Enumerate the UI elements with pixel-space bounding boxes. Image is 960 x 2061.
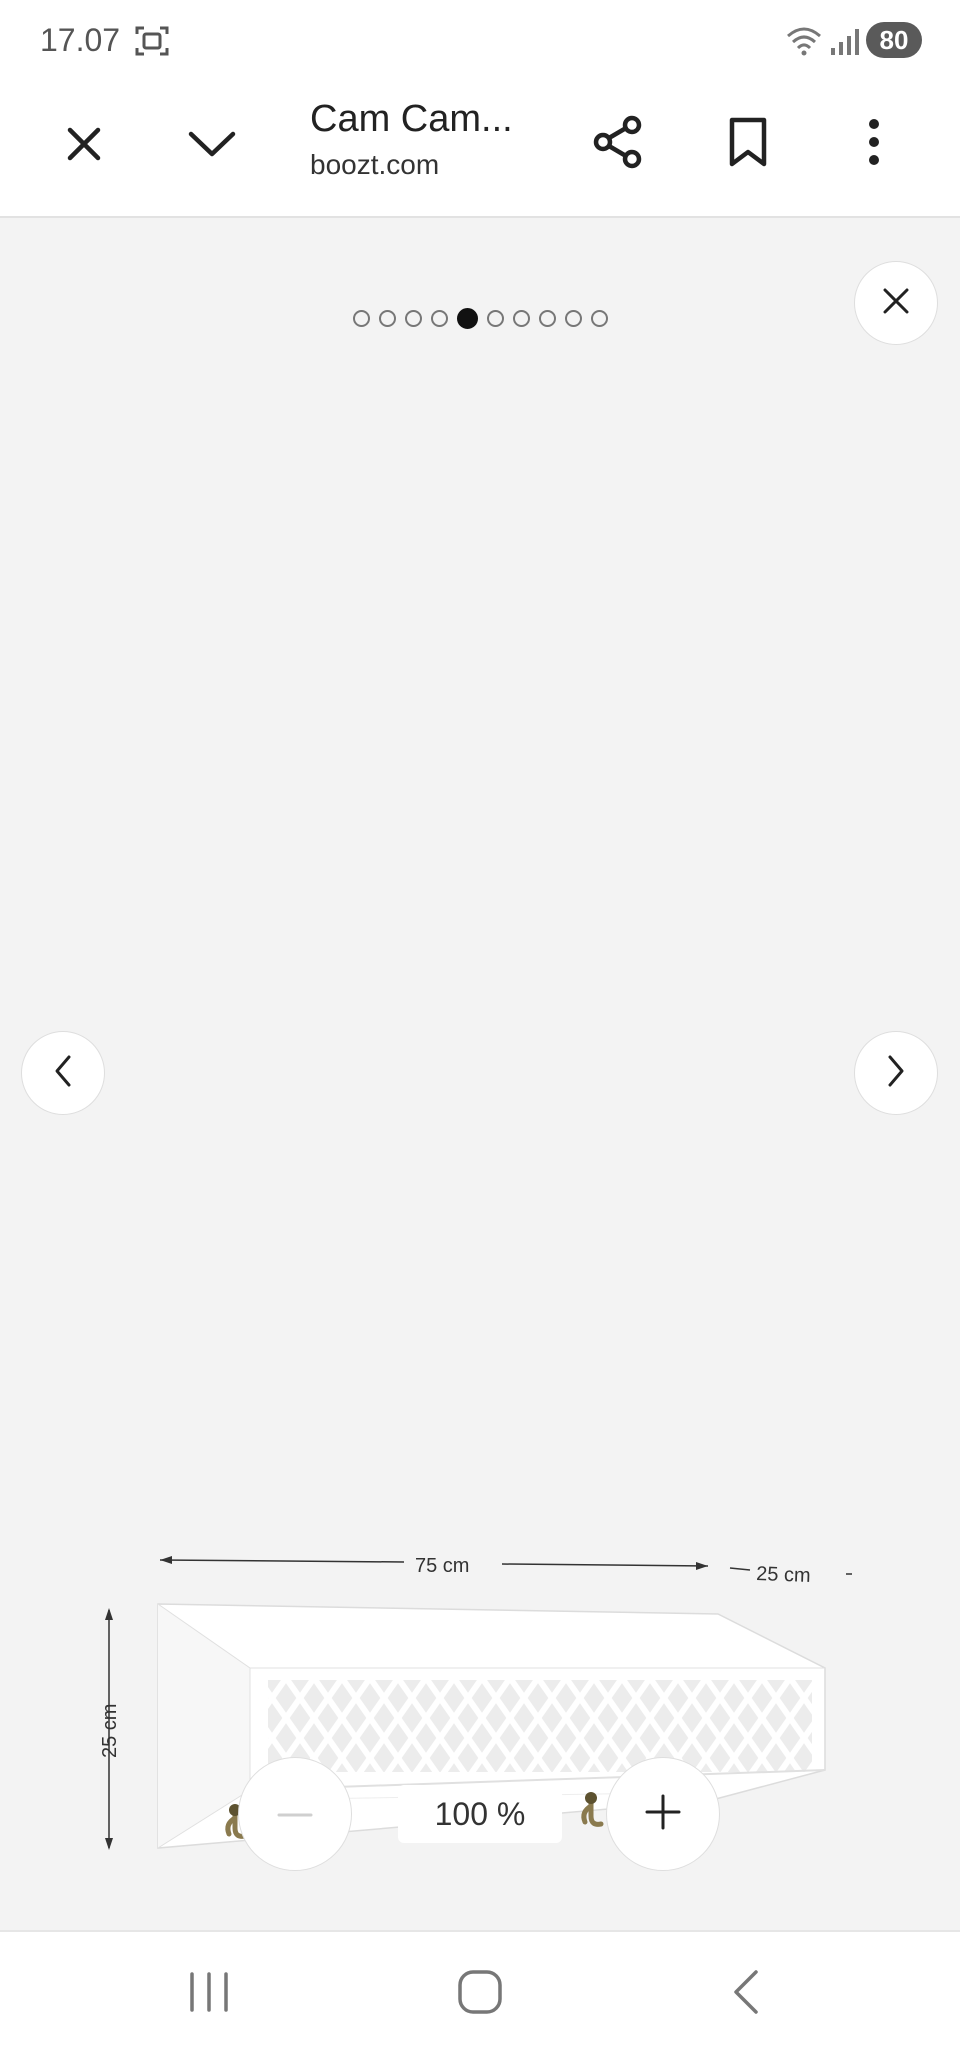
back-button[interactable] xyxy=(728,1968,762,2021)
more-icon xyxy=(868,118,880,171)
screenshot-icon xyxy=(134,24,170,63)
zoom-level: 100 % xyxy=(398,1785,562,1843)
close-tab-button[interactable] xyxy=(52,114,116,178)
more-options-button[interactable] xyxy=(842,112,906,176)
plus-icon xyxy=(645,1794,681,1835)
chevron-left-icon xyxy=(53,1054,73,1093)
system-nav-bar xyxy=(0,1930,960,2061)
previous-image-button[interactable] xyxy=(21,1031,105,1115)
chevron-down-icon xyxy=(187,129,237,164)
carousel-dot[interactable] xyxy=(430,310,448,327)
height-label: 25 cm xyxy=(99,1704,121,1758)
bookmark-button[interactable] xyxy=(716,112,780,176)
home-icon xyxy=(458,1970,502,2014)
status-time: 17.07 xyxy=(40,22,121,58)
carousel-dot[interactable] xyxy=(512,310,530,327)
wifi-icon xyxy=(786,26,824,61)
zoom-in-button[interactable] xyxy=(606,1757,720,1871)
zoom-out-button[interactable] xyxy=(238,1757,352,1871)
share-button[interactable] xyxy=(586,112,650,176)
carousel-dots xyxy=(0,308,960,329)
carousel-dot[interactable] xyxy=(538,310,556,327)
signal-icon xyxy=(830,28,860,61)
width-label: 75 cm xyxy=(415,1555,469,1577)
home-button[interactable] xyxy=(456,1968,504,2021)
page-domain: boozt.com xyxy=(310,149,440,180)
close-icon xyxy=(64,124,104,169)
carousel-dot[interactable] xyxy=(564,310,582,327)
close-icon xyxy=(881,286,911,321)
carousel-dot[interactable] xyxy=(456,308,478,329)
image-viewer: 75 cm 25 cm 25 cm 100 % xyxy=(0,218,960,1930)
browser-toolbar: Cam Cam... boozt.com xyxy=(0,84,960,218)
bookmark-icon xyxy=(728,116,768,173)
carousel-dot[interactable] xyxy=(486,310,504,327)
next-image-button[interactable] xyxy=(854,1031,938,1115)
carousel-dot[interactable] xyxy=(404,310,422,327)
minimize-button[interactable] xyxy=(180,114,244,178)
recent-apps-button[interactable] xyxy=(186,1970,232,2019)
page-title: Cam Cam... xyxy=(310,98,513,140)
page-title-block[interactable]: Cam Cam... boozt.com xyxy=(310,98,570,181)
depth-dimension: 25 cm xyxy=(729,1563,852,1587)
recent-apps-icon xyxy=(190,1972,228,2012)
depth-label: 25 cm xyxy=(756,1563,811,1587)
carousel-dot[interactable] xyxy=(378,310,396,327)
carousel-dot[interactable] xyxy=(590,310,608,327)
minus-icon xyxy=(277,1805,313,1823)
share-icon xyxy=(592,115,644,174)
chevron-right-icon xyxy=(886,1054,906,1093)
width-dimension: 75 cm xyxy=(159,1555,709,1577)
height-dimension: 25 cm xyxy=(99,1608,121,1850)
back-icon xyxy=(734,1970,758,2014)
battery-icon: 80 xyxy=(866,22,922,58)
status-bar: 17.07 80 xyxy=(0,0,960,84)
carousel-dot[interactable] xyxy=(352,310,370,327)
close-viewer-button[interactable] xyxy=(854,261,938,345)
